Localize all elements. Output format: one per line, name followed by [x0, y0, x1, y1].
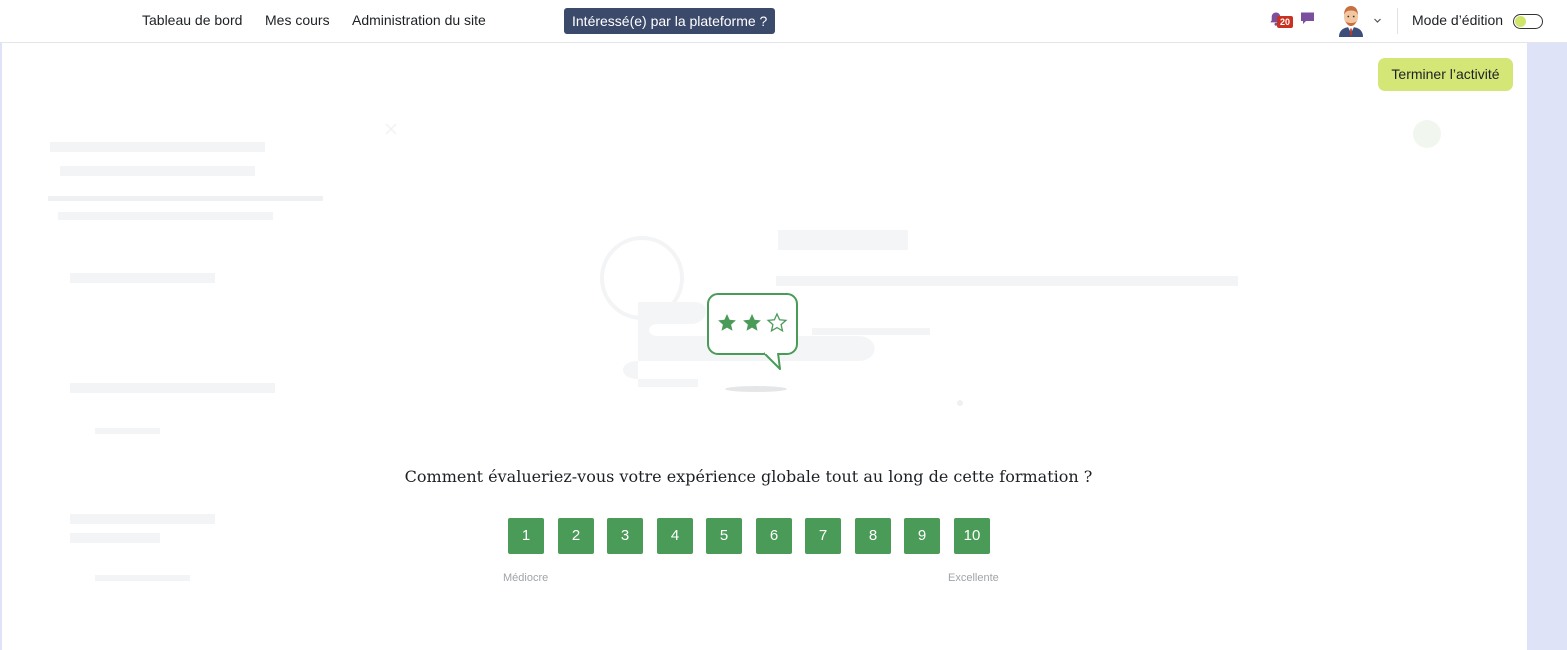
- notification-count-badge: 20: [1277, 16, 1293, 28]
- rating-option-1[interactable]: 1: [508, 518, 544, 554]
- rating-option-3[interactable]: 3: [607, 518, 643, 554]
- chat-icon[interactable]: [1300, 11, 1315, 26]
- edit-mode-toggle-knob: [1515, 16, 1526, 27]
- right-drawer-panel: [1527, 43, 1567, 650]
- nav-link-my-courses[interactable]: Mes cours: [265, 12, 330, 28]
- rating-high-label: Excellente: [948, 572, 999, 584]
- finish-activity-button[interactable]: Terminer l’activité: [1378, 58, 1513, 91]
- navbar-divider: [1397, 8, 1398, 34]
- rating-option-7[interactable]: 7: [805, 518, 841, 554]
- edit-mode-label: Mode d’édition: [1412, 12, 1504, 28]
- rating-stars-illustration: [707, 293, 798, 392]
- platform-interest-button[interactable]: Intéressé(e) par la plateforme ?: [564, 8, 776, 34]
- rating-option-8[interactable]: 8: [855, 518, 891, 554]
- rating-option-2[interactable]: 2: [558, 518, 594, 554]
- rating-option-5[interactable]: 5: [706, 518, 742, 554]
- top-navbar: Tableau de bord Mes cours Administration…: [0, 0, 1567, 43]
- rating-option-10[interactable]: 10: [954, 518, 990, 554]
- rating-option-9[interactable]: 9: [904, 518, 940, 554]
- chevron-down-icon[interactable]: [1373, 16, 1382, 25]
- edit-mode-toggle[interactable]: [1513, 14, 1543, 29]
- rating-option-4[interactable]: 4: [657, 518, 693, 554]
- rating-option-6[interactable]: 6: [756, 518, 792, 554]
- rating-low-label: Médiocre: [503, 572, 549, 584]
- nav-link-site-admin[interactable]: Administration du site: [352, 12, 486, 28]
- avatar[interactable]: [1337, 3, 1365, 37]
- left-page-edge: [0, 43, 2, 650]
- nav-link-dashboard[interactable]: Tableau de bord: [142, 12, 242, 28]
- rating-question: Comment évalueriez-vous votre expérience…: [404, 467, 1093, 486]
